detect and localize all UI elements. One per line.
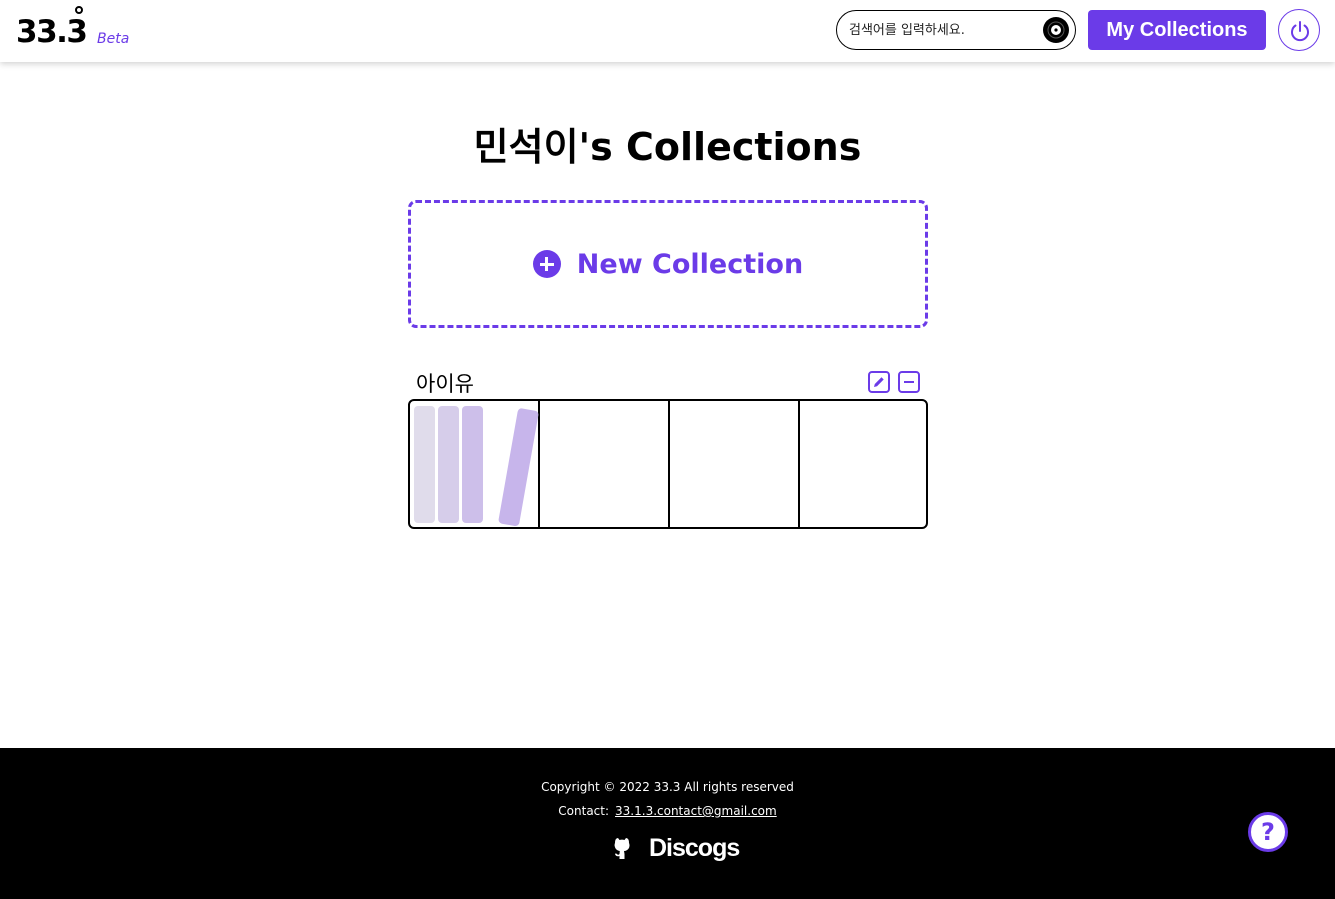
contact-email-link[interactable]: 33.1.3.contact@gmail.com bbox=[615, 804, 777, 818]
logo-record-icon bbox=[75, 6, 83, 14]
pencil-icon bbox=[874, 377, 884, 387]
new-collection-label: New Collection bbox=[576, 248, 804, 280]
collection-shelf[interactable] bbox=[408, 399, 928, 529]
shelf-slot[interactable] bbox=[410, 401, 540, 527]
search-button[interactable] bbox=[1043, 17, 1069, 43]
beta-badge: Beta bbox=[97, 31, 130, 47]
new-collection-content: New Collection bbox=[411, 203, 925, 325]
collection-title: 아이유 bbox=[416, 372, 474, 396]
search-bar bbox=[836, 10, 1076, 50]
power-icon bbox=[1291, 21, 1309, 42]
record-spine[interactable] bbox=[462, 406, 483, 523]
copyright-text: Copyright © 2022 33.3 All rights reserve… bbox=[541, 780, 794, 794]
shelf-slot[interactable] bbox=[800, 401, 926, 527]
contact-line: Contact: 33.1.3.contact@gmail.com bbox=[0, 804, 1335, 818]
footer: Copyright © 2022 33.3 All rights reserve… bbox=[0, 748, 1335, 899]
page-title: 민석이's Collections bbox=[473, 125, 862, 169]
search-input[interactable] bbox=[849, 19, 1039, 41]
record-spine[interactable] bbox=[498, 407, 539, 527]
record-spine[interactable] bbox=[414, 406, 435, 523]
record-spine[interactable] bbox=[438, 406, 459, 523]
top-nav: 33.3 Beta My Collections bbox=[0, 0, 1335, 62]
help-button[interactable]: ? bbox=[1248, 812, 1288, 852]
logo-text: 33.3 bbox=[16, 14, 88, 50]
edit-collection-button[interactable] bbox=[868, 371, 890, 393]
my-collections-button[interactable]: My Collections bbox=[1088, 10, 1266, 50]
logout-button[interactable] bbox=[1278, 9, 1320, 51]
contact-label: Contact: bbox=[558, 804, 610, 818]
new-collection-button[interactable]: New Collection bbox=[408, 200, 928, 328]
discogs-logo-link[interactable]: Discogs bbox=[649, 834, 740, 863]
github-icon[interactable] bbox=[607, 832, 637, 862]
plus-circle-icon bbox=[532, 250, 561, 278]
vinyl-record-icon bbox=[1044, 18, 1068, 42]
shelf-slot[interactable] bbox=[540, 401, 670, 527]
delete-collection-button[interactable] bbox=[898, 371, 920, 393]
shelf-slot[interactable] bbox=[670, 401, 800, 527]
